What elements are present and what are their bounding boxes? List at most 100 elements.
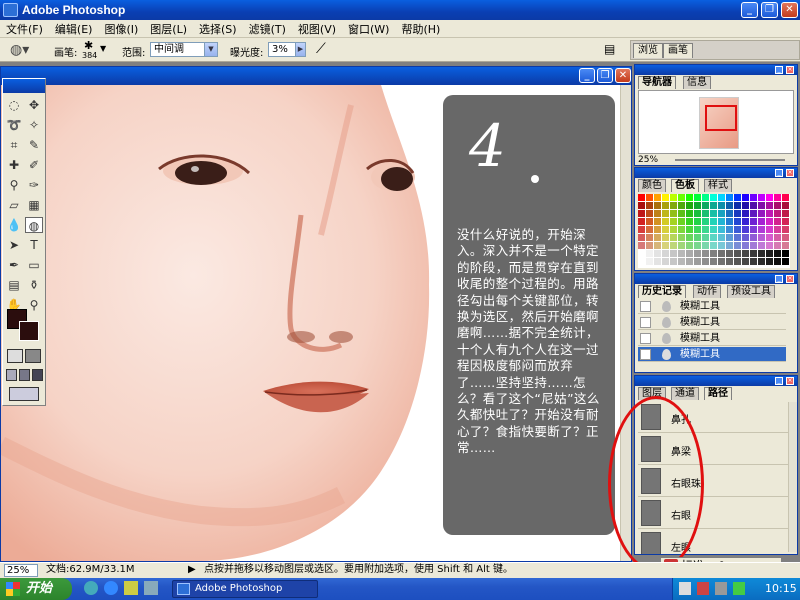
panel-minimize-icon[interactable]: _ [775, 66, 783, 74]
color-swatch[interactable] [702, 194, 709, 201]
color-swatch[interactable] [718, 194, 725, 201]
color-swatch[interactable] [766, 218, 773, 225]
color-swatch[interactable] [774, 210, 781, 217]
menu-view[interactable]: 视图(V) [292, 21, 342, 37]
color-swatch[interactable] [750, 242, 757, 249]
jump-to-imageready-icon[interactable] [9, 387, 39, 401]
color-swatch[interactable] [662, 226, 669, 233]
panel-close-icon[interactable]: × [786, 66, 794, 74]
color-swatch[interactable] [686, 258, 693, 265]
color-swatch[interactable] [734, 194, 741, 201]
color-swatch[interactable] [734, 242, 741, 249]
color-swatch[interactable] [734, 202, 741, 209]
color-swatch[interactable] [782, 218, 789, 225]
magic-wand-icon[interactable]: ✧ [25, 117, 43, 133]
color-swatch[interactable] [670, 226, 677, 233]
swatches-titlebar[interactable]: _ × [635, 168, 797, 178]
color-swatch[interactable] [718, 242, 725, 249]
color-swatch[interactable] [638, 250, 645, 257]
doc-minimize-button[interactable]: _ [579, 68, 595, 83]
color-swatch[interactable] [638, 218, 645, 225]
color-swatch[interactable] [662, 242, 669, 249]
panel-minimize-icon[interactable]: _ [775, 169, 783, 177]
blur-tool-icon[interactable]: 💧 [5, 217, 23, 233]
color-swatch[interactable] [678, 242, 685, 249]
tab-color[interactable]: 颜色 [638, 179, 666, 192]
history-row-selected[interactable]: 模糊工具 [638, 347, 786, 362]
tray-icon[interactable] [697, 582, 709, 595]
color-swatch[interactable] [742, 234, 749, 241]
eraser-tool-icon[interactable]: ▱ [5, 197, 23, 213]
color-swatch[interactable] [742, 202, 749, 209]
color-swatch[interactable] [734, 234, 741, 241]
tab-tool-presets[interactable]: 预设工具 [727, 285, 775, 298]
color-swatch[interactable] [662, 258, 669, 265]
color-swatch[interactable] [726, 210, 733, 217]
color-swatch[interactable] [686, 202, 693, 209]
dodge-tool-icon[interactable]: ◍ [25, 217, 43, 233]
standard-mode-icon[interactable] [7, 349, 23, 363]
color-swatch[interactable] [662, 194, 669, 201]
color-swatch[interactable] [710, 234, 717, 241]
color-swatch[interactable] [774, 258, 781, 265]
color-swatch[interactable] [726, 202, 733, 209]
color-swatch[interactable] [670, 258, 677, 265]
color-swatch[interactable] [726, 250, 733, 257]
panel-minimize-icon[interactable]: _ [775, 377, 783, 385]
color-swatch[interactable] [734, 250, 741, 257]
color-swatch[interactable] [638, 234, 645, 241]
tray-icon[interactable] [715, 582, 727, 595]
color-swatch[interactable] [750, 218, 757, 225]
quicklaunch-ie-icon[interactable] [104, 581, 118, 595]
color-swatch[interactable] [710, 194, 717, 201]
panel-close-icon[interactable]: × [786, 169, 794, 177]
color-swatch[interactable] [702, 250, 709, 257]
color-swatch[interactable] [718, 210, 725, 217]
panel-close-icon[interactable]: × [786, 275, 794, 283]
color-swatch[interactable] [686, 210, 693, 217]
color-swatch[interactable] [638, 242, 645, 249]
color-swatch[interactable] [694, 226, 701, 233]
color-swatch[interactable] [710, 258, 717, 265]
menu-layer[interactable]: 图层(L) [144, 21, 193, 37]
menu-select[interactable]: 选择(S) [193, 21, 243, 37]
close-button[interactable]: ✕ [781, 2, 798, 18]
history-row[interactable]: 模糊工具 [638, 299, 786, 314]
color-swatch[interactable] [750, 202, 757, 209]
color-swatch[interactable] [678, 258, 685, 265]
color-swatch[interactable] [758, 226, 765, 233]
color-swatch[interactable] [678, 194, 685, 201]
color-swatch[interactable] [678, 210, 685, 217]
color-swatch[interactable] [662, 218, 669, 225]
color-swatch[interactable] [750, 258, 757, 265]
color-swatch[interactable] [670, 234, 677, 241]
color-swatch[interactable] [646, 202, 653, 209]
color-swatch[interactable] [646, 242, 653, 249]
color-swatch[interactable] [670, 242, 677, 249]
color-swatch[interactable] [734, 226, 741, 233]
stamp-tool-icon[interactable]: ⚲ [5, 177, 23, 193]
color-swatch[interactable] [694, 234, 701, 241]
color-swatch[interactable] [774, 218, 781, 225]
panel-minimize-icon[interactable]: _ [775, 275, 783, 283]
slice-tool-icon[interactable]: ✎ [25, 137, 43, 153]
menu-filter[interactable]: 滤镜(T) [243, 21, 292, 37]
menu-help[interactable]: 帮助(H) [395, 21, 446, 37]
doc-maximize-button[interactable]: ❐ [597, 68, 613, 83]
color-swatch[interactable] [694, 194, 701, 201]
color-swatch[interactable] [758, 202, 765, 209]
color-swatch[interactable] [742, 226, 749, 233]
eyedropper-icon[interactable]: ⚱ [25, 277, 43, 293]
type-tool-icon[interactable]: T [25, 237, 43, 253]
color-swatch[interactable] [694, 218, 701, 225]
color-swatch[interactable] [654, 226, 661, 233]
quicklaunch-desktop-icon[interactable] [144, 581, 158, 595]
color-swatch[interactable] [694, 250, 701, 257]
color-swatch[interactable] [686, 250, 693, 257]
panel-close-icon[interactable]: × [786, 377, 794, 385]
maximize-button[interactable]: ❐ [761, 2, 778, 18]
airbrush-icon[interactable]: ⟋ [316, 41, 326, 57]
color-swatch[interactable] [718, 226, 725, 233]
palette-well-icon[interactable]: ▤ [604, 42, 615, 56]
color-swatch[interactable] [726, 242, 733, 249]
